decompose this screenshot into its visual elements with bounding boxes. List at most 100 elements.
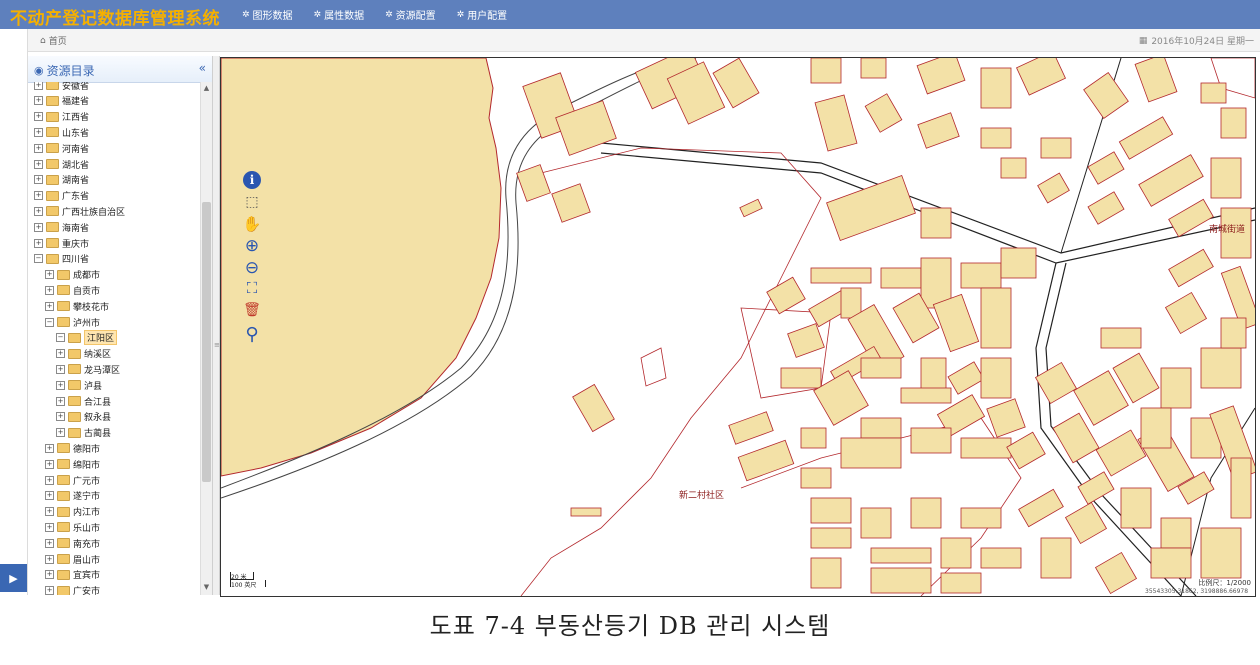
expand-toggle-icon[interactable]: + (34, 191, 43, 201)
building-footprint[interactable] (920, 207, 952, 239)
building-footprint[interactable] (737, 439, 795, 482)
tree-node[interactable]: + 河南省 (34, 141, 89, 155)
tree-node[interactable]: + 广西壮族自治区 (34, 204, 125, 218)
building-footprint[interactable] (551, 183, 591, 223)
nav-user-config[interactable]: ✲ 用户配置 (457, 7, 508, 23)
building-footprint[interactable] (1200, 82, 1227, 104)
collapse-toggle-icon[interactable]: − (34, 254, 43, 264)
building-footprint[interactable] (960, 262, 1002, 289)
building-footprint[interactable] (1018, 488, 1064, 528)
building-footprint[interactable] (810, 58, 842, 84)
building-footprint[interactable] (728, 411, 774, 445)
tree-node[interactable]: + 绵阳市 (45, 457, 100, 471)
building-footprint[interactable] (840, 437, 902, 469)
building-footprint[interactable] (572, 383, 615, 433)
tree-node[interactable]: + 攀枝花市 (45, 299, 109, 313)
building-footprint[interactable] (1138, 154, 1204, 207)
double-chevron-left-icon[interactable]: « (199, 61, 206, 75)
building-footprint[interactable] (986, 398, 1026, 438)
zoom-in-tool-button[interactable]: ⊕ (241, 236, 263, 256)
tree-node[interactable]: − 江阳区 (56, 330, 118, 346)
building-footprint[interactable] (1168, 248, 1214, 288)
building-footprint[interactable] (910, 497, 942, 529)
expand-toggle-icon[interactable]: + (45, 491, 54, 501)
building-footprint[interactable] (940, 537, 972, 569)
building-footprint[interactable] (1200, 347, 1242, 389)
tree-node[interactable]: − 泸州市 (45, 315, 100, 329)
expand-panel-button[interactable]: ▶ (0, 564, 27, 592)
building-footprint[interactable] (1160, 517, 1192, 549)
building-footprint[interactable] (739, 198, 763, 218)
tree-node[interactable]: + 龙马潭区 (56, 362, 120, 376)
expand-toggle-icon[interactable]: + (45, 570, 54, 580)
building-footprint[interactable] (940, 572, 982, 594)
building-footprint[interactable] (980, 547, 1022, 569)
building-footprint[interactable] (1160, 367, 1192, 409)
building-footprint[interactable] (810, 557, 842, 589)
tree-node[interactable]: + 南充市 (45, 536, 100, 550)
scroll-up-icon[interactable]: ▲ (202, 84, 211, 94)
tree-node[interactable]: + 乐山市 (45, 520, 100, 534)
building-footprint[interactable] (814, 94, 858, 152)
building-footprint[interactable] (870, 547, 932, 564)
building-footprint[interactable] (1140, 407, 1172, 449)
expand-toggle-icon[interactable]: + (45, 301, 54, 311)
building-footprint[interactable] (1087, 151, 1125, 185)
expand-toggle-icon[interactable]: + (34, 175, 43, 185)
building-footprint[interactable] (960, 437, 1012, 459)
tree-node[interactable]: + 湖南省 (34, 173, 89, 187)
building-footprint[interactable] (917, 112, 960, 149)
expand-toggle-icon[interactable]: + (56, 380, 65, 390)
building-footprint[interactable] (860, 357, 902, 379)
building-footprint[interactable] (864, 93, 903, 133)
building-footprint[interactable] (1230, 457, 1252, 519)
building-footprint[interactable] (960, 507, 1002, 529)
building-footprint[interactable] (980, 287, 1012, 349)
building-footprint[interactable] (916, 58, 966, 95)
expand-toggle-icon[interactable]: + (34, 238, 43, 248)
nav-attribute-data[interactable]: ✲ 属性数据 (314, 7, 365, 23)
expand-toggle-icon[interactable]: + (45, 538, 54, 548)
expand-toggle-icon[interactable]: + (34, 206, 43, 216)
expand-toggle-icon[interactable]: + (45, 443, 54, 453)
building-footprint[interactable] (1083, 72, 1129, 119)
building-footprint[interactable] (1210, 157, 1242, 199)
building-footprint[interactable] (860, 417, 902, 439)
tree-node[interactable]: + 福建省 (34, 94, 89, 108)
building-footprint[interactable] (1006, 431, 1046, 470)
map-canvas[interactable] (221, 58, 1255, 596)
tree-node[interactable]: + 德阳市 (45, 441, 100, 455)
map-view[interactable]: i ⬚ ✋ ⊕ ⊖ ⛶ 🗑 ⚲ 新二村社区 南城街道 20 米 100 英尺 比… (220, 57, 1256, 597)
tree-node[interactable]: + 眉山市 (45, 552, 100, 566)
building-footprint[interactable] (810, 267, 872, 284)
expand-toggle-icon[interactable]: + (34, 112, 43, 122)
building-footprint[interactable] (947, 361, 985, 395)
expand-toggle-icon[interactable]: + (34, 127, 43, 137)
select-tool-button[interactable]: ⬚ (241, 192, 263, 212)
building-footprint[interactable] (800, 467, 832, 489)
building-footprint[interactable] (1220, 317, 1247, 349)
building-footprint[interactable] (1016, 58, 1066, 96)
tree-node[interactable]: + 广元市 (45, 473, 100, 487)
building-footprint[interactable] (1220, 107, 1247, 139)
building-footprint[interactable] (800, 427, 827, 449)
sidebar-scrollbar[interactable]: ▲ ▼ (200, 82, 212, 595)
building-footprint[interactable] (780, 367, 822, 389)
collapse-toggle-icon[interactable]: − (45, 317, 54, 327)
tree-node[interactable]: + 遂宁市 (45, 489, 100, 503)
building-footprint[interactable] (1095, 429, 1147, 477)
expand-toggle-icon[interactable]: + (45, 459, 54, 469)
building-footprint[interactable] (1040, 137, 1072, 159)
breadcrumb[interactable]: ⌂ 首页 (40, 34, 67, 48)
building-footprint[interactable] (826, 175, 916, 241)
expand-toggle-icon[interactable]: + (56, 412, 65, 422)
nav-resource-config[interactable]: ✲ 资源配置 (385, 7, 436, 23)
nav-graphic-data[interactable]: ✲ 图形数据 (242, 7, 293, 23)
tree-node[interactable]: + 纳溪区 (56, 347, 111, 361)
building-footprint[interactable] (880, 267, 922, 289)
building-footprint[interactable] (1034, 361, 1078, 405)
building-footprint[interactable] (1120, 487, 1152, 529)
building-footprint[interactable] (810, 527, 852, 549)
expand-toggle-icon[interactable]: + (45, 586, 54, 595)
tree-node[interactable]: + 海南省 (34, 220, 89, 234)
